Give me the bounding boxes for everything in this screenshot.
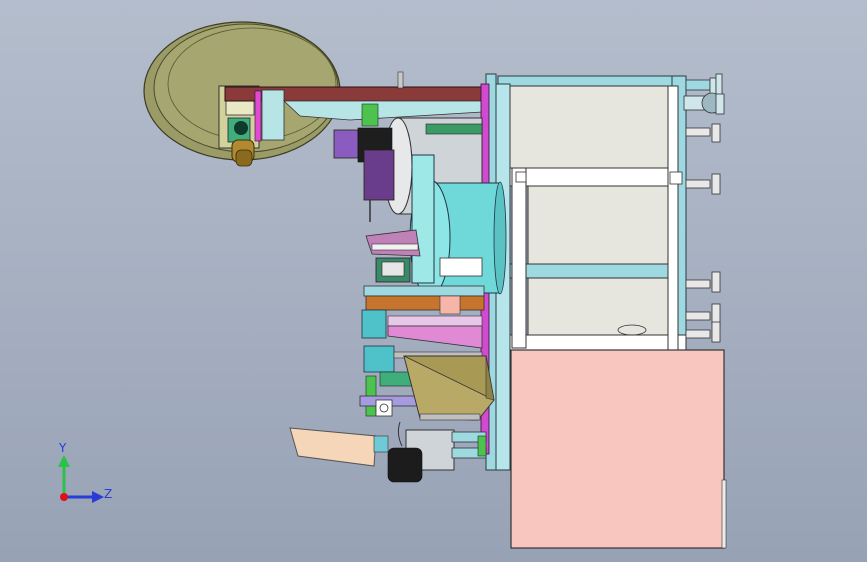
discharge-chute [403, 355, 495, 421]
y-axis-label: Y [59, 441, 67, 455]
triad-axes [58, 455, 104, 503]
feed-plate [289, 427, 389, 467]
machine-assembly-drawing[interactable] [0, 0, 867, 562]
base-cabinet [510, 349, 725, 549]
cabinet-foot [721, 479, 727, 549]
z-axis-label: Z [104, 487, 113, 501]
frame-panel-middle [527, 185, 669, 265]
drive-motor [333, 103, 395, 222]
coordinate-triad: Y Z [40, 435, 120, 515]
x-axis-point [60, 493, 68, 501]
lower-drive-unit [387, 413, 487, 483]
leveling-feet [683, 73, 725, 343]
cad-viewport[interactable]: Y Z [0, 0, 867, 562]
frame-panel-top [509, 85, 671, 169]
